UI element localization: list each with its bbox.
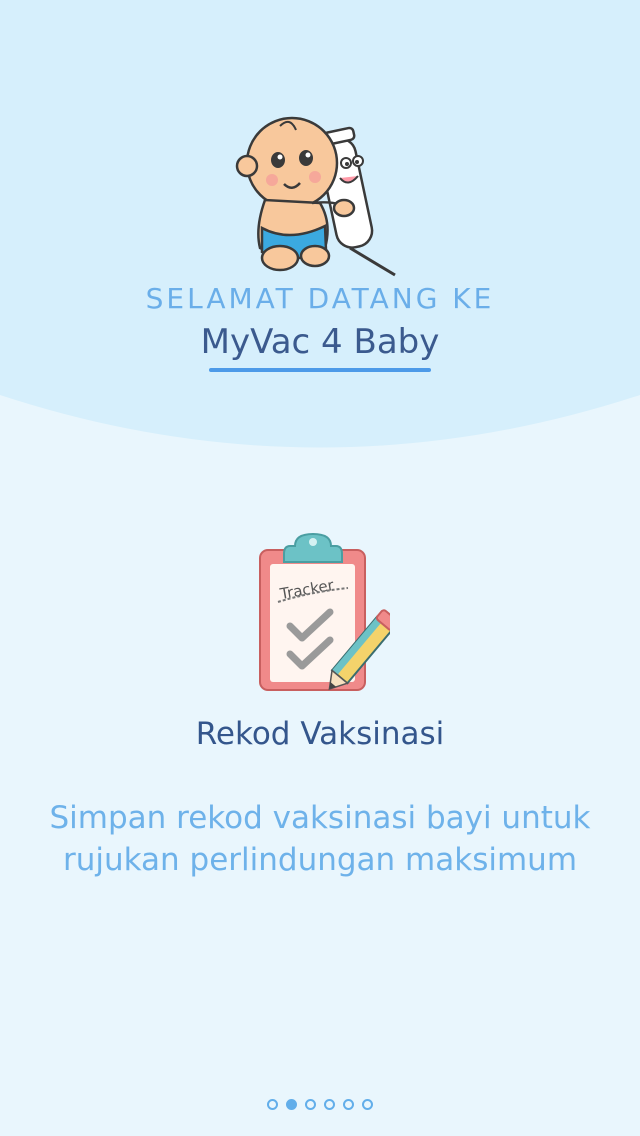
page-dot-5[interactable] [343, 1099, 354, 1110]
clipboard-tracker-icon: Tracker [259, 532, 390, 691]
feature-description: Simpan rekod vaksinasi bayi untuk rujuka… [49, 800, 591, 878]
app-name-underline [209, 368, 431, 372]
welcome-text: SELAMAT DATANG KE [145, 282, 495, 315]
page-dot-1[interactable] [267, 1099, 278, 1110]
page-dot-4[interactable] [324, 1099, 335, 1110]
page-indicator [0, 1099, 640, 1110]
page-dot-6[interactable] [362, 1099, 373, 1110]
page-dot-2[interactable] [286, 1099, 297, 1110]
feature-title: Rekod Vaksinasi [195, 716, 445, 752]
app-name: MyVac 4 Baby [200, 322, 440, 362]
baby-mascot-logo [235, 116, 396, 277]
page-dot-3[interactable] [305, 1099, 316, 1110]
